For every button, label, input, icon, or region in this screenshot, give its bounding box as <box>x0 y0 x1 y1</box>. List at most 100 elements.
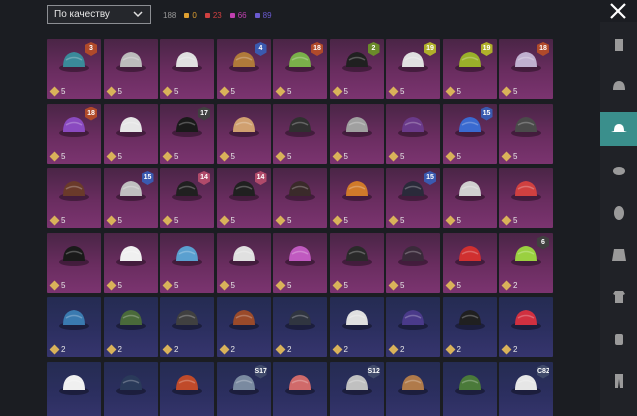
inventory-item[interactable]: 5 <box>273 232 327 293</box>
inventory-item[interactable]: 2 <box>499 297 553 357</box>
inventory-item[interactable]: 18 5 <box>499 39 553 99</box>
inventory-item[interactable] <box>386 361 440 416</box>
inventory-item[interactable]: 5 <box>386 232 440 293</box>
sidebar-item-outfit[interactable] <box>600 28 637 62</box>
headwear-icon <box>341 310 372 330</box>
inventory-item[interactable]: 2 <box>273 297 327 357</box>
inventory-item[interactable]: 5 <box>442 232 497 293</box>
inventory-item[interactable]: 14 5 <box>160 168 214 228</box>
item-quantity-value: 2 <box>456 345 461 354</box>
rarity-count-value: 66 <box>237 10 247 20</box>
headwear-icon <box>172 374 202 395</box>
inventory-item[interactable]: 5 <box>103 232 158 293</box>
inventory-item[interactable] <box>103 361 158 416</box>
inventory-item[interactable]: 2 <box>442 297 497 357</box>
inventory-item[interactable]: 2 <box>103 297 158 357</box>
inventory-item[interactable]: 2 <box>386 297 440 357</box>
inventory-item[interactable]: 14 5 <box>216 168 271 228</box>
item-quantity: 5 <box>275 215 291 226</box>
inventory-item[interactable]: 5 <box>216 232 271 293</box>
inventory-item[interactable]: 5 <box>329 168 384 228</box>
inventory-item[interactable]: 5 <box>160 39 214 99</box>
inventory-item[interactable]: 5 <box>273 168 327 228</box>
item-quantity: 5 <box>388 86 405 97</box>
inventory-item[interactable]: 5 <box>273 103 327 164</box>
coupon-icon <box>275 151 286 161</box>
inventory-item[interactable]: 5 <box>103 103 158 164</box>
sidebar-item-face[interactable] <box>600 196 637 230</box>
inventory-item[interactable]: 5 <box>442 168 497 228</box>
inventory-item[interactable] <box>160 361 214 416</box>
inventory-item[interactable]: S17 <box>216 361 271 416</box>
inventory-item[interactable]: 5 <box>329 232 384 293</box>
item-quantity-value: 5 <box>117 87 122 96</box>
sidebar-item-shirt[interactable] <box>600 280 637 314</box>
sidebar-item-jacket[interactable] <box>600 238 637 272</box>
inventory-item[interactable]: 5 <box>47 168 101 228</box>
inventory-item[interactable]: 18 5 <box>47 103 101 164</box>
item-quantity: 5 <box>106 151 122 161</box>
inventory-item[interactable]: 18 5 <box>273 39 327 99</box>
inventory-item[interactable]: 5 <box>386 103 440 164</box>
inventory-item[interactable]: 2 <box>160 297 214 357</box>
sidebar-item-pants[interactable] <box>600 364 637 398</box>
inventory-item[interactable]: 15 5 <box>103 168 158 228</box>
item-quantity-value: 5 <box>174 87 179 96</box>
item-quantity-value: 5 <box>230 280 235 290</box>
item-quantity: 5 <box>219 86 235 97</box>
inventory-item[interactable]: 25 <box>329 39 384 99</box>
headwear-icon <box>115 116 146 137</box>
inventory-item[interactable]: 2 <box>329 297 384 357</box>
inventory-item[interactable]: 5 <box>329 103 384 164</box>
item-quantity: 5 <box>219 151 235 161</box>
inventory-item[interactable]: 35 <box>47 39 101 99</box>
item-quantity: 5 <box>106 280 122 290</box>
item-quantity: 2 <box>49 344 65 355</box>
inventory-item[interactable]: 5 <box>216 103 271 164</box>
close-icon[interactable] <box>608 1 628 21</box>
inventory-item[interactable]: 5 <box>499 103 553 164</box>
inventory-item[interactable]: 5 <box>47 232 101 293</box>
inventory-item[interactable]: 62 <box>499 232 553 293</box>
item-quantity-value: 5 <box>230 87 235 96</box>
item-quantity: 2 <box>219 344 235 355</box>
inventory-item[interactable]: 5 <box>499 168 553 228</box>
inventory-item[interactable]: 2 <box>216 297 271 357</box>
item-quantity-value: 5 <box>456 280 461 290</box>
inventory-item[interactable]: 15 5 <box>442 103 497 164</box>
coupon-icon <box>332 215 342 226</box>
inventory-item[interactable]: C8Z <box>499 361 553 416</box>
inventory-item[interactable]: 19 5 <box>386 39 440 99</box>
item-quantity: 2 <box>501 280 517 290</box>
rarity-count: 89 <box>254 11 272 20</box>
item-quantity: 2 <box>106 344 122 355</box>
sidebar-item-helmet[interactable] <box>600 70 637 104</box>
inventory-item[interactable]: 19 5 <box>442 39 497 99</box>
item-quantity: 5 <box>219 215 235 226</box>
headwear-icon <box>511 310 541 330</box>
rarity-counts: 188 0 23 66 89 <box>163 9 272 21</box>
item-quantity: 5 <box>275 151 292 161</box>
item-quantity-value: 5 <box>287 151 292 161</box>
sidebar-item-hat[interactable] <box>600 112 637 146</box>
item-quantity: 5 <box>49 151 65 161</box>
item-quantity: 5 <box>275 280 291 290</box>
rarity-count: 66 <box>229 10 247 20</box>
inventory-item[interactable]: 5 <box>103 39 158 99</box>
inventory-item[interactable]: S12 <box>329 361 384 416</box>
item-quantity-value: 5 <box>61 87 66 96</box>
inventory-item[interactable]: 2 <box>47 297 101 357</box>
inventory-item[interactable] <box>47 361 101 416</box>
item-quantity: 5 <box>49 215 65 226</box>
item-quantity-value: 5 <box>400 87 405 96</box>
sort-dropdown[interactable]: По качеству <box>47 5 151 24</box>
inventory-item[interactable]: 17 5 <box>160 103 214 164</box>
inventory-item[interactable]: 45 <box>216 39 271 99</box>
item-quantity-value: 5 <box>174 216 179 225</box>
inventory-item[interactable] <box>442 361 497 416</box>
inventory-item[interactable]: 15 5 <box>386 168 440 228</box>
inventory-item[interactable] <box>273 361 327 416</box>
sidebar-item-gloves[interactable] <box>600 322 637 356</box>
inventory-item[interactable]: 5 <box>160 232 214 293</box>
sidebar-item-mask[interactable] <box>600 154 637 188</box>
